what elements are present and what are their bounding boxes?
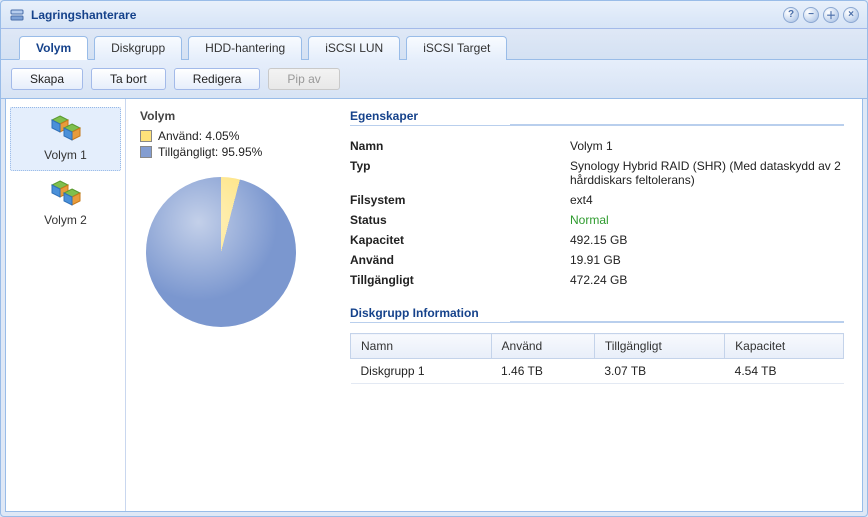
tab-iscsi-target[interactable]: iSCSI Target bbox=[406, 36, 507, 60]
details-column: Egenskaper Namn Volym 1 Typ Synology Hyb… bbox=[350, 109, 844, 501]
sidebar-item-label: Volym 2 bbox=[10, 213, 121, 227]
prop-used: Använd 19.91 GB bbox=[350, 250, 844, 270]
close-button[interactable]: × bbox=[843, 7, 859, 23]
minimize-button[interactable]: − bbox=[803, 7, 819, 23]
main-panel: Volym Använd: 4.05% Tillgängligt: 95.95%… bbox=[126, 99, 862, 511]
prop-type: Typ Synology Hybrid RAID (SHR) (Med data… bbox=[350, 156, 844, 190]
usage-column: Volym Använd: 4.05% Tillgängligt: 95.95% bbox=[140, 109, 330, 501]
usage-legend: Använd: 4.05% Tillgängligt: 95.95% bbox=[140, 129, 330, 159]
volume-heading: Volym bbox=[140, 109, 330, 123]
tab-label: iSCSI LUN bbox=[325, 41, 383, 55]
usage-pie-chart bbox=[146, 177, 296, 327]
table-header-row: Namn Använd Tillgängligt Kapacitet bbox=[351, 334, 844, 359]
volume-icon bbox=[46, 179, 86, 211]
cell-avail: 3.07 TB bbox=[594, 359, 724, 384]
beep-off-button: Pip av bbox=[268, 68, 339, 90]
tab-label: Volym bbox=[36, 41, 71, 55]
cell-used: 1.46 TB bbox=[491, 359, 594, 384]
tab-label: iSCSI Target bbox=[423, 41, 490, 55]
swatch-available bbox=[140, 146, 152, 158]
toolbar: Skapa Ta bort Redigera Pip av bbox=[1, 60, 867, 99]
prop-filesystem: Filsystem ext4 bbox=[350, 190, 844, 210]
cell-name: Diskgrupp 1 bbox=[351, 359, 492, 384]
create-button[interactable]: Skapa bbox=[11, 68, 83, 90]
window-controls: ? − ＋ × bbox=[783, 7, 859, 23]
col-capacity[interactable]: Kapacitet bbox=[725, 334, 844, 359]
tab-label: Diskgrupp bbox=[111, 41, 165, 55]
tab-iscsi-lun[interactable]: iSCSI LUN bbox=[308, 36, 400, 60]
volume-icon bbox=[46, 114, 86, 146]
col-name[interactable]: Namn bbox=[351, 334, 492, 359]
window-title: Lagringshanterare bbox=[31, 8, 783, 22]
app-icon bbox=[9, 7, 25, 23]
tab-hdd[interactable]: HDD-hantering bbox=[188, 36, 302, 60]
legend-available: Tillgängligt: 95.95% bbox=[140, 145, 330, 159]
prop-available: Tillgängligt 472.24 GB bbox=[350, 270, 844, 290]
sidebar-item-label: Volym 1 bbox=[15, 148, 116, 162]
legend-used-label: Använd: 4.05% bbox=[158, 129, 239, 143]
tab-diskgroup[interactable]: Diskgrupp bbox=[94, 36, 182, 60]
table-row[interactable]: Diskgrupp 1 1.46 TB 3.07 TB 4.54 TB bbox=[351, 359, 844, 384]
diskgroup-heading: Diskgrupp Information bbox=[350, 306, 844, 323]
tab-label: HDD-hantering bbox=[205, 41, 285, 55]
prop-name: Namn Volym 1 bbox=[350, 136, 844, 156]
storage-manager-window: Lagringshanterare ? − ＋ × Volym Diskgrup… bbox=[0, 0, 868, 517]
cell-capacity: 4.54 TB bbox=[725, 359, 844, 384]
sidebar-item-volume-1[interactable]: Volym 1 bbox=[10, 107, 121, 171]
sidebar-item-volume-2[interactable]: Volym 2 bbox=[6, 173, 125, 235]
tab-bar: Volym Diskgrupp HDD-hantering iSCSI LUN … bbox=[1, 29, 867, 60]
maximize-button[interactable]: ＋ bbox=[823, 7, 839, 23]
col-used[interactable]: Använd bbox=[491, 334, 594, 359]
legend-used: Använd: 4.05% bbox=[140, 129, 330, 143]
legend-available-label: Tillgängligt: 95.95% bbox=[158, 145, 262, 159]
edit-button[interactable]: Redigera bbox=[174, 68, 261, 90]
tab-volume[interactable]: Volym bbox=[19, 36, 88, 60]
prop-status: Status Normal bbox=[350, 210, 844, 230]
diskgroup-table: Namn Använd Tillgängligt Kapacitet Diskg… bbox=[350, 333, 844, 384]
content-area: Volym 1 bbox=[5, 99, 863, 512]
swatch-used bbox=[140, 130, 152, 142]
prop-capacity: Kapacitet 492.15 GB bbox=[350, 230, 844, 250]
volume-sidebar: Volym 1 bbox=[6, 99, 126, 511]
help-button[interactable]: ? bbox=[783, 7, 799, 23]
titlebar: Lagringshanterare ? − ＋ × bbox=[1, 1, 867, 29]
remove-button[interactable]: Ta bort bbox=[91, 68, 166, 90]
col-avail[interactable]: Tillgängligt bbox=[594, 334, 724, 359]
properties-heading: Egenskaper bbox=[350, 109, 844, 126]
